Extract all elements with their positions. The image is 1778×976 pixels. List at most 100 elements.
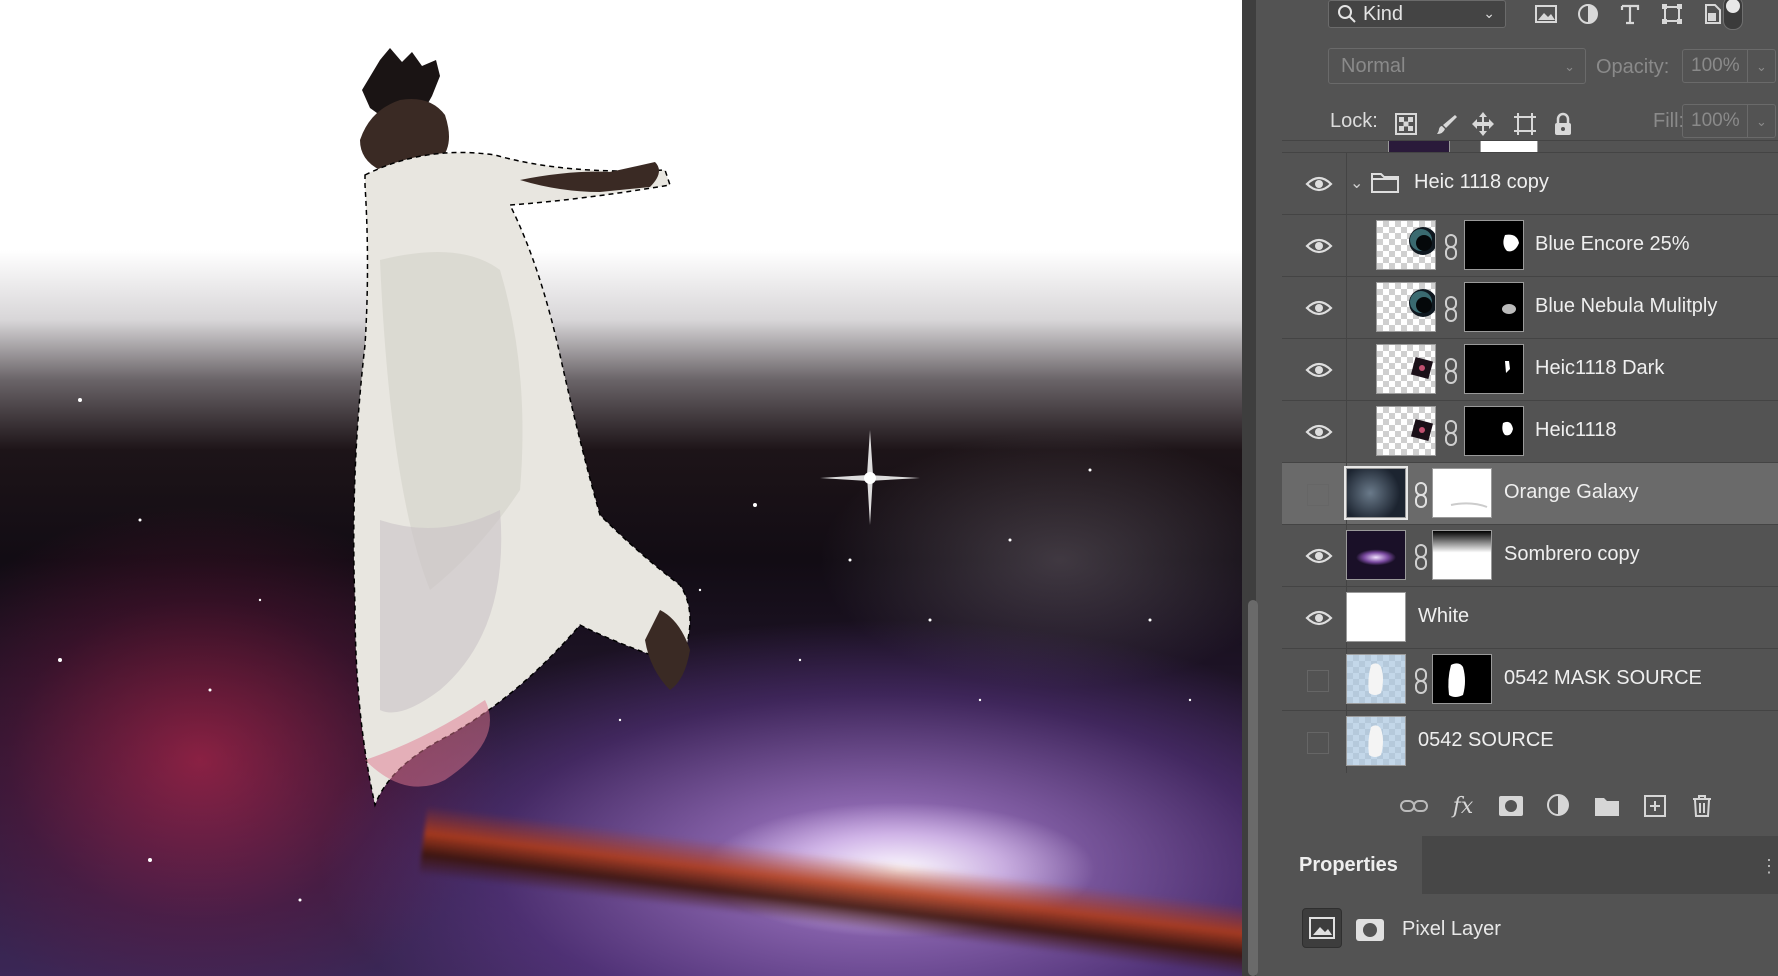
layer-mask-thumbnail[interactable]: [1432, 468, 1492, 518]
floating-figure: [353, 48, 691, 808]
layer-row-0542-source[interactable]: 0542 SOURCE: [1282, 710, 1778, 773]
trash-icon[interactable]: [1687, 791, 1717, 821]
panel-menu-icon[interactable]: ⋮: [1760, 856, 1778, 877]
document-canvas[interactable]: [0, 0, 1242, 976]
layer-name: Blue Encore 25%: [1535, 233, 1690, 255]
layer-thumbnail[interactable]: [1344, 466, 1408, 520]
layer-row-heic1118-dark[interactable]: Heic1118 Dark: [1282, 338, 1778, 401]
blend-mode-value: Normal: [1341, 55, 1406, 77]
layer-row-heic-1118-copy[interactable]: ⌄ Heic 1118 copy: [1282, 152, 1778, 215]
lock-all-icon[interactable]: [1549, 110, 1577, 138]
visibility-toggle[interactable]: [1307, 670, 1329, 692]
opacity-dropdown[interactable]: ⌄: [1748, 49, 1776, 83]
layer-thumbnail[interactable]: [1346, 592, 1406, 642]
eye-icon[interactable]: [1305, 357, 1333, 383]
right-panel: Kind ⌄ Normal ⌄ Opacity: 100% ⌄ Lock: Fi…: [1242, 0, 1778, 976]
layer-thumbnail[interactable]: [1376, 344, 1436, 394]
eye-icon[interactable]: [1305, 233, 1333, 259]
fill-dropdown[interactable]: ⌄: [1748, 104, 1776, 138]
eye-icon[interactable]: [1305, 419, 1333, 445]
link-layers-icon[interactable]: [1399, 791, 1429, 821]
blend-mode-select[interactable]: Normal ⌄: [1328, 48, 1586, 84]
kind-filter-select[interactable]: Kind ⌄: [1328, 0, 1506, 28]
filter-toggle[interactable]: [1723, 0, 1743, 30]
opacity-label: Opacity:: [1596, 56, 1670, 78]
new-group-icon[interactable]: [1592, 791, 1622, 821]
search-icon: [1338, 5, 1356, 23]
link-icon[interactable]: [1413, 543, 1429, 571]
eye-icon[interactable]: [1305, 543, 1333, 569]
lock-position-icon[interactable]: [1469, 110, 1497, 138]
layer-name: Heic1118: [1535, 419, 1617, 441]
pixel-filter-icon[interactable]: [1530, 0, 1562, 28]
fill-field[interactable]: 100%: [1682, 104, 1748, 138]
layer-mask-thumbnail[interactable]: [1432, 530, 1492, 580]
layer-name: Sombrero copy: [1504, 543, 1640, 565]
adjustment-filter-icon[interactable]: [1572, 0, 1604, 28]
layer-row-heic1118[interactable]: Heic1118: [1282, 400, 1778, 463]
lock-label: Lock:: [1330, 110, 1378, 132]
layer-row-blue-encore[interactable]: Blue Encore 25%: [1282, 214, 1778, 277]
layer-name: Heic1118 Dark: [1535, 357, 1665, 379]
lock-image-pixels-icon[interactable]: [1433, 110, 1461, 138]
layer-thumbnail[interactable]: [1376, 282, 1436, 332]
tab-properties[interactable]: Properties: [1282, 836, 1422, 894]
lock-transparent-pixels-icon[interactable]: [1392, 110, 1420, 138]
new-layer-icon[interactable]: [1640, 791, 1670, 821]
shape-filter-icon[interactable]: [1656, 0, 1688, 28]
layer-mask-thumbnail[interactable]: [1464, 220, 1524, 270]
properties-tabbar: Properties ⋮: [1282, 836, 1778, 894]
layer-row-white[interactable]: White: [1282, 586, 1778, 649]
folder-icon: [1371, 173, 1399, 193]
properties-panel: Properties ⋮ Pixel Layer: [1282, 836, 1778, 976]
layer-row-0542-mask-source[interactable]: 0542 MASK SOURCE: [1282, 648, 1778, 711]
visibility-toggle[interactable]: [1307, 732, 1329, 754]
layer-mask-thumbnail[interactable]: [1432, 654, 1492, 704]
type-filter-icon[interactable]: [1614, 0, 1646, 28]
pixel-layer-icon[interactable]: [1302, 908, 1342, 948]
layer-name: Blue Nebula Mulitply: [1535, 295, 1718, 317]
eye-icon[interactable]: [1305, 605, 1333, 631]
chevron-down-icon: ⌄: [1483, 5, 1495, 21]
lock-artboard-icon[interactable]: [1511, 110, 1539, 138]
layer-mask-thumbnail[interactable]: [1464, 406, 1524, 456]
layer-mask-thumbnail[interactable]: [1464, 282, 1524, 332]
eye-icon[interactable]: [1305, 171, 1333, 197]
add-mask-icon[interactable]: [1496, 791, 1526, 821]
kind-filter-label: Kind: [1363, 2, 1404, 25]
layer-name: White: [1418, 605, 1470, 627]
layer-name: Heic 1118 copy: [1414, 171, 1549, 193]
opacity-field[interactable]: 100%: [1682, 49, 1748, 83]
adjustment-layer-icon[interactable]: [1544, 791, 1574, 821]
layer-mask-thumbnail[interactable]: [1464, 344, 1524, 394]
canvas-scrollbar[interactable]: [1248, 600, 1258, 976]
layers-panel: Kind ⌄ Normal ⌄ Opacity: 100% ⌄ Lock: Fi…: [1282, 0, 1778, 835]
layer-name: 0542 SOURCE: [1418, 729, 1554, 751]
layers-footer: fx: [1282, 785, 1778, 825]
chevron-down-icon[interactable]: ⌄: [1350, 173, 1363, 193]
layer-thumbnail[interactable]: [1346, 654, 1406, 704]
link-icon[interactable]: [1413, 481, 1429, 509]
layer-type-label: Pixel Layer: [1402, 918, 1501, 940]
link-icon[interactable]: [1443, 419, 1459, 447]
layer-row-sombrero-copy[interactable]: Sombrero copy: [1282, 524, 1778, 587]
fill-label: Fill:: [1653, 110, 1685, 132]
link-icon[interactable]: [1443, 233, 1459, 261]
layer-thumbnail[interactable]: [1376, 406, 1436, 456]
chevron-down-icon: ⌄: [1564, 59, 1575, 74]
link-icon[interactable]: [1413, 667, 1429, 695]
fill-value: 100%: [1691, 110, 1740, 131]
layer-name: Orange Galaxy: [1504, 481, 1639, 503]
layer-row-blue-nebula[interactable]: Blue Nebula Mulitply: [1282, 276, 1778, 339]
layer-thumbnail[interactable]: [1346, 716, 1406, 766]
link-icon[interactable]: [1443, 295, 1459, 323]
fx-icon[interactable]: fx: [1448, 791, 1478, 821]
layer-mask-icon[interactable]: [1354, 916, 1386, 944]
visibility-toggle[interactable]: [1307, 484, 1329, 506]
eye-icon[interactable]: [1305, 295, 1333, 321]
layer-row-orange-galaxy[interactable]: Orange Galaxy: [1282, 462, 1778, 525]
layer-thumbnail[interactable]: [1346, 530, 1406, 580]
link-icon[interactable]: [1443, 357, 1459, 385]
opacity-value: 100%: [1691, 55, 1740, 76]
layer-thumbnail[interactable]: [1376, 220, 1436, 270]
